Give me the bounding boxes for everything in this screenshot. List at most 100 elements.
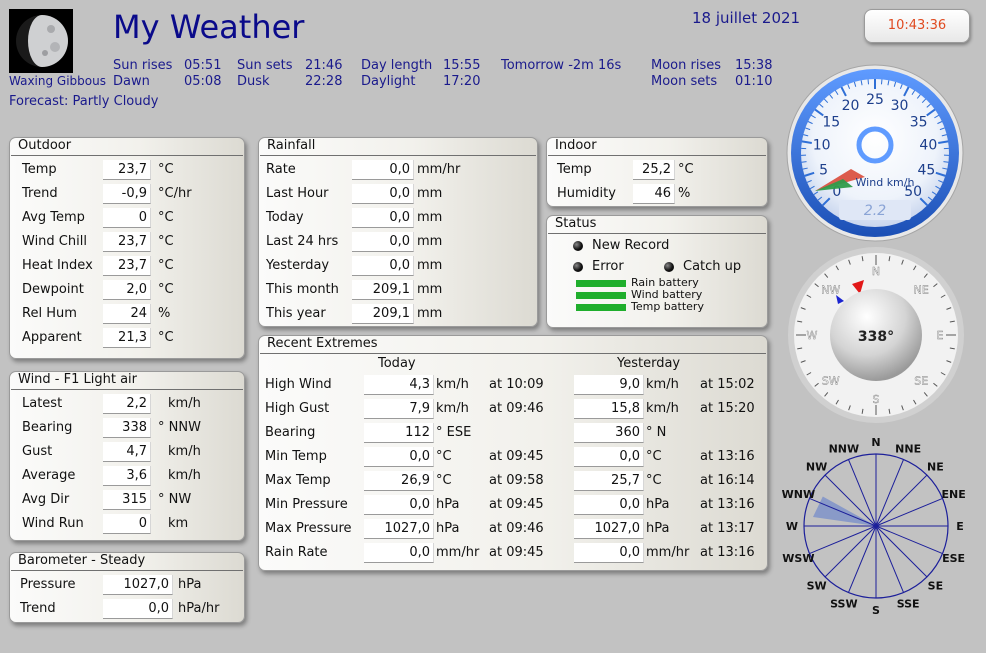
temp-battery-indicator bbox=[576, 304, 626, 311]
dawn-label: Dawn bbox=[113, 74, 150, 89]
today-value: 7,9 bbox=[364, 399, 434, 419]
outdoor-row-value: 23,7 bbox=[103, 232, 151, 252]
rainfall-row-value: 209,1 bbox=[352, 280, 414, 300]
rose-direction-label: WNW bbox=[782, 488, 815, 501]
gauge-tick bbox=[943, 161, 949, 163]
rose-direction-label: ESE bbox=[942, 552, 965, 565]
wind-row-value: 3,6 bbox=[103, 466, 151, 486]
outdoor-row-value: 24 bbox=[103, 304, 151, 324]
extremes-row-label: Max Temp bbox=[265, 473, 331, 488]
rainfall-row-unit: mm bbox=[417, 282, 443, 297]
today-value: 0,0 bbox=[364, 495, 434, 515]
yesterday-time: at 15:20 bbox=[700, 401, 755, 416]
panel-divider bbox=[548, 155, 766, 156]
day-length-value: 15:55 bbox=[443, 58, 481, 73]
indoor-row-label: Humidity bbox=[557, 186, 616, 201]
yesterday-value: 0,0 bbox=[574, 543, 644, 563]
rose-direction-label: SSW bbox=[830, 598, 857, 611]
wind-row-value: 338 bbox=[103, 418, 151, 438]
outdoor-row-value: 23,7 bbox=[103, 256, 151, 276]
indoor-row-label: Temp bbox=[557, 162, 592, 177]
indoor-title: Indoor bbox=[555, 138, 597, 153]
today-time: at 09:58 bbox=[489, 473, 544, 488]
compass-label: NW bbox=[821, 284, 840, 297]
barometer-panel: Barometer - Steady Pressure 1027,0 hPa T… bbox=[9, 552, 245, 623]
barometer-row-value: 1027,0 bbox=[103, 575, 173, 595]
outdoor-row-label: Temp bbox=[22, 162, 57, 177]
yesterday-unit: °C bbox=[646, 449, 662, 464]
today-value: 0,0 bbox=[364, 543, 434, 563]
rose-direction-label: NNE bbox=[895, 442, 921, 455]
outdoor-row-unit: °C/hr bbox=[158, 186, 192, 201]
compass-label: S bbox=[873, 393, 880, 406]
outdoor-row-unit: °C bbox=[158, 162, 174, 177]
rainfall-row-label: Rate bbox=[266, 162, 296, 177]
rose-direction-label: N bbox=[871, 436, 880, 449]
rainfall-row-unit: mm bbox=[417, 306, 443, 321]
outdoor-row-unit: °C bbox=[158, 282, 174, 297]
today-unit: mm/hr bbox=[436, 545, 480, 560]
yesterday-value: 0,0 bbox=[574, 495, 644, 515]
dawn-value: 05:08 bbox=[184, 74, 222, 89]
extremes-row-label: Max Pressure bbox=[265, 521, 352, 536]
outdoor-row-label: Heat Index bbox=[22, 258, 93, 273]
wind-title: Wind - F1 Light air bbox=[18, 372, 138, 387]
gauge-tick-label: 15 bbox=[822, 114, 840, 130]
compass-label: E bbox=[937, 329, 944, 342]
panel-divider bbox=[11, 570, 243, 571]
moon-rises-label: Moon rises bbox=[651, 58, 721, 73]
yesterday-value: 25,7 bbox=[574, 471, 644, 491]
extremes-row-label: Bearing bbox=[265, 425, 316, 440]
barometer-row-value: 0,0 bbox=[103, 599, 173, 619]
indoor-row-value: 46 bbox=[633, 184, 675, 204]
wind-speed-gauge: 05101520 25 3035404550 Wind km/h 2.2 bbox=[786, 64, 964, 242]
indoor-row-value: 25,2 bbox=[633, 160, 675, 180]
panel-divider bbox=[548, 233, 766, 234]
rose-spoke bbox=[875, 474, 928, 527]
gauge-tick-label: 25 bbox=[866, 92, 884, 108]
outdoor-row-unit: % bbox=[158, 306, 171, 321]
today-unit: km/h bbox=[436, 377, 469, 392]
moon-sets-label: Moon sets bbox=[651, 74, 718, 89]
temp-battery-label: Temp battery bbox=[631, 300, 704, 313]
compass-label: NE bbox=[914, 284, 929, 297]
barometer-title: Barometer - Steady bbox=[18, 553, 146, 568]
wind-row-unit: km/h bbox=[168, 468, 201, 483]
yesterday-unit: km/h bbox=[646, 377, 679, 392]
gauge-tick-label: 30 bbox=[891, 98, 909, 114]
yesterday-time: at 13:16 bbox=[700, 449, 755, 464]
catch-up-led bbox=[664, 262, 674, 272]
rose-direction-label: NW bbox=[806, 461, 827, 474]
indoor-panel: Indoor Temp 25,2 °C Humidity 46 % bbox=[546, 137, 768, 207]
yesterday-time: at 16:14 bbox=[700, 473, 755, 488]
outdoor-row-unit: °C bbox=[158, 330, 174, 345]
outdoor-row-label: Wind Chill bbox=[22, 234, 87, 249]
gauge-tick-label: 10 bbox=[813, 138, 831, 154]
catch-up-label: Catch up bbox=[683, 259, 742, 274]
wind-row-value: 315 bbox=[103, 490, 151, 510]
yesterday-value: 15,8 bbox=[574, 399, 644, 419]
today-unit: ° ESE bbox=[436, 425, 472, 440]
rainfall-row-label: This year bbox=[266, 306, 326, 321]
outdoor-row-unit: °C bbox=[158, 210, 174, 225]
panel-divider bbox=[11, 389, 243, 390]
outdoor-row-unit: °C bbox=[158, 258, 174, 273]
outdoor-row-label: Trend bbox=[22, 186, 58, 201]
sun-sets-value: 21:46 bbox=[305, 58, 343, 73]
rose-direction-label: E bbox=[956, 520, 964, 533]
wind-row-unit: km bbox=[168, 516, 189, 531]
wind-row-value: 4,7 bbox=[103, 442, 151, 462]
rain-battery-indicator bbox=[576, 280, 626, 287]
gauge-tick-label: 5 bbox=[819, 163, 828, 179]
wind-row-unit: km/h bbox=[168, 444, 201, 459]
outdoor-row-label: Dewpoint bbox=[22, 282, 84, 297]
yesterday-value: 1027,0 bbox=[574, 519, 644, 539]
dusk-value: 22:28 bbox=[305, 74, 343, 89]
yesterday-unit: °C bbox=[646, 473, 662, 488]
outdoor-panel: Outdoor Temp 23,7 °C Trend -0,9 °C/hr Av… bbox=[9, 137, 245, 359]
error-label: Error bbox=[592, 259, 624, 274]
rainfall-row-unit: mm bbox=[417, 210, 443, 225]
outdoor-row-value: 0 bbox=[103, 208, 151, 228]
new-record-led bbox=[573, 241, 583, 251]
outdoor-row-unit: °C bbox=[158, 234, 174, 249]
